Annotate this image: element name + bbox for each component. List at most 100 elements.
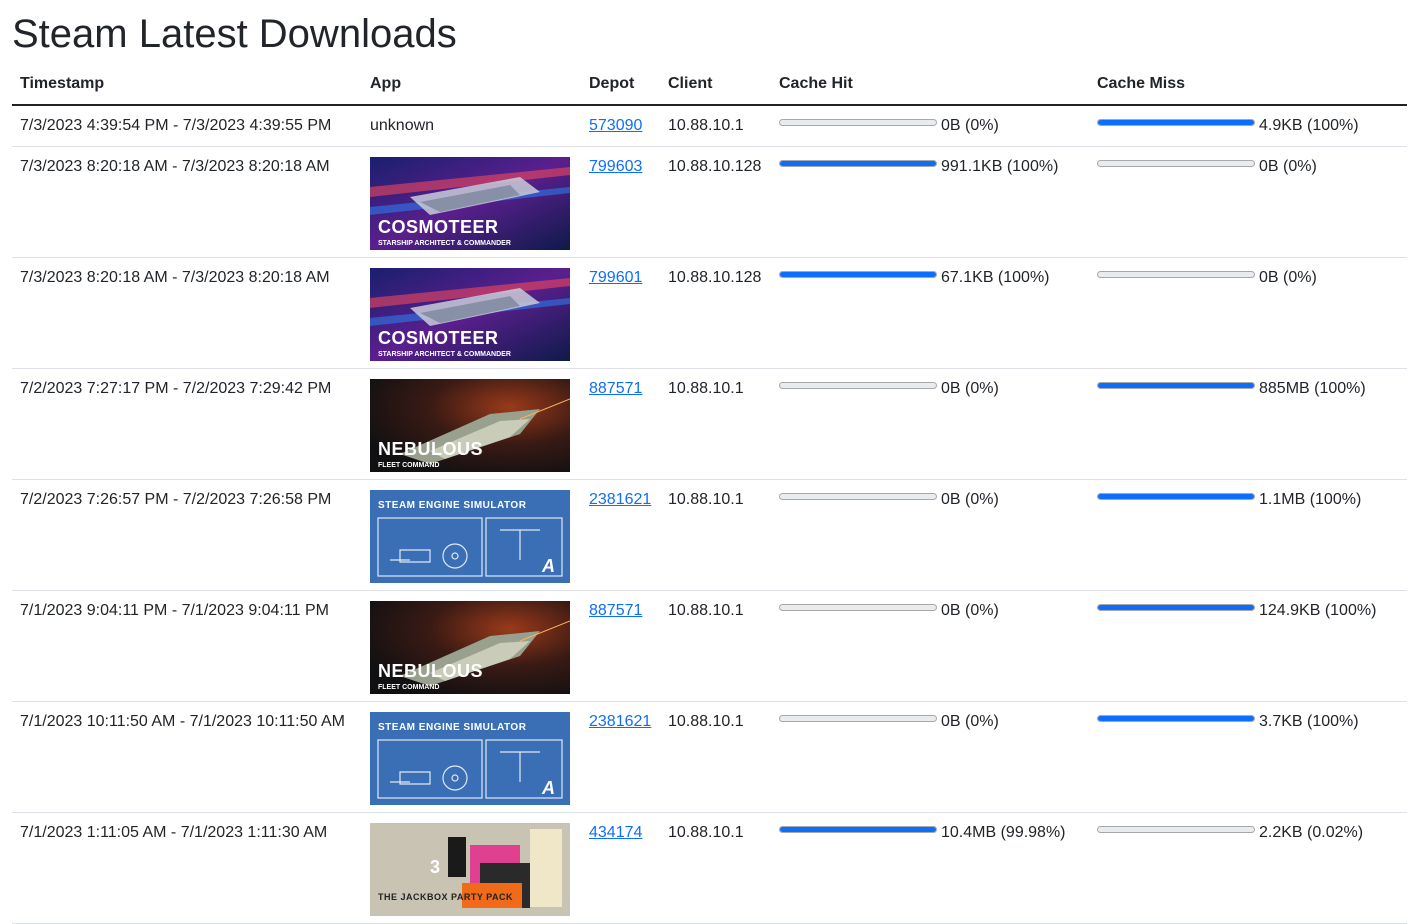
app-logo-text: STEAM ENGINE SIMULATOR bbox=[378, 723, 526, 733]
cache-hit-bar bbox=[779, 715, 937, 722]
cache-hit-cell: 0B (0%) bbox=[771, 105, 1089, 147]
depot-link[interactable]: 2381621 bbox=[589, 491, 651, 508]
depot-link[interactable]: 799601 bbox=[589, 269, 642, 286]
cache-miss-bar bbox=[1097, 604, 1255, 611]
cache-miss-cell: 0B (0%) bbox=[1089, 147, 1407, 258]
column-header-client: Client bbox=[660, 64, 771, 105]
app-logo-text: COSMOTEER bbox=[378, 329, 499, 347]
cache-miss-bar bbox=[1097, 119, 1255, 126]
cache-hit-bar-fill bbox=[780, 161, 936, 166]
client-ip: 10.88.10.1 bbox=[668, 713, 744, 730]
depot-cell: 799603 bbox=[581, 147, 660, 258]
client-cell: 10.88.10.1 bbox=[660, 369, 771, 480]
page: Steam Latest Downloads Timestamp App Dep… bbox=[0, 0, 1408, 924]
depot-link[interactable]: 2381621 bbox=[589, 713, 651, 730]
cache-hit-bar bbox=[779, 382, 937, 389]
app-cell: STEAM ENGINE SIMULATOR A bbox=[362, 480, 581, 591]
timestamp: 7/2/2023 7:27:17 PM - 7/2/2023 7:29:42 P… bbox=[20, 380, 331, 397]
client-ip: 10.88.10.1 bbox=[668, 117, 744, 134]
cache-miss-bar bbox=[1097, 271, 1255, 278]
table-row: 7/3/2023 8:20:18 AM - 7/3/2023 8:20:18 A… bbox=[12, 258, 1407, 369]
client-cell: 10.88.10.1 bbox=[660, 702, 771, 813]
cache-hit-label: 0B (0%) bbox=[941, 116, 999, 136]
cache-miss-bar bbox=[1097, 160, 1255, 167]
cache-hit-cell: 0B (0%) bbox=[771, 369, 1089, 480]
timestamp-cell: 7/2/2023 7:26:57 PM - 7/2/2023 7:26:58 P… bbox=[12, 480, 362, 591]
app-tagline-text: FLEET COMMAND bbox=[378, 684, 439, 691]
cache-miss-bar-fill bbox=[1098, 605, 1254, 610]
table-row: 7/2/2023 7:26:57 PM - 7/2/2023 7:26:58 P… bbox=[12, 480, 1407, 591]
depot-link[interactable]: 887571 bbox=[589, 380, 642, 397]
cache-hit-cell: 0B (0%) bbox=[771, 591, 1089, 702]
cache-hit-bar bbox=[779, 271, 937, 278]
app-capsule-image: STEAM ENGINE SIMULATOR A bbox=[370, 712, 570, 805]
cache-hit-label: 0B (0%) bbox=[941, 712, 999, 732]
cache-miss-cell: 124.9KB (100%) bbox=[1089, 591, 1407, 702]
cache-miss-bar bbox=[1097, 493, 1255, 500]
cache-hit-bar-fill bbox=[780, 827, 936, 832]
cache-miss-cell: 4.9KB (100%) bbox=[1089, 105, 1407, 147]
depot-link[interactable]: 799603 bbox=[589, 158, 642, 175]
column-header-timestamp: Timestamp bbox=[12, 64, 362, 105]
table-header-row: Timestamp App Depot Client Cache Hit Cac… bbox=[12, 64, 1407, 105]
cache-hit-cell: 0B (0%) bbox=[771, 702, 1089, 813]
app-logo-text: NEBULOUS bbox=[378, 440, 483, 458]
depot-cell: 434174 bbox=[581, 813, 660, 924]
cache-miss-cell: 0B (0%) bbox=[1089, 258, 1407, 369]
timestamp-cell: 7/2/2023 7:27:17 PM - 7/2/2023 7:29:42 P… bbox=[12, 369, 362, 480]
client-ip: 10.88.10.1 bbox=[668, 824, 744, 841]
app-logo-text: NEBULOUS bbox=[378, 662, 483, 680]
cache-miss-label: 4.9KB (100%) bbox=[1259, 116, 1359, 136]
cache-miss-label: 0B (0%) bbox=[1259, 157, 1317, 177]
cache-miss-bar-fill bbox=[1098, 383, 1254, 388]
timestamp: 7/1/2023 10:11:50 AM - 7/1/2023 10:11:50… bbox=[20, 713, 345, 730]
app-cell: NEBULOUS FLEET COMMAND bbox=[362, 591, 581, 702]
client-ip: 10.88.10.1 bbox=[668, 602, 744, 619]
cache-hit-bar bbox=[779, 160, 937, 167]
depot-link[interactable]: 434174 bbox=[589, 824, 642, 841]
cache-miss-bar bbox=[1097, 715, 1255, 722]
column-header-cache-hit: Cache Hit bbox=[771, 64, 1089, 105]
cache-miss-cell: 3.7KB (100%) bbox=[1089, 702, 1407, 813]
cache-miss-label: 124.9KB (100%) bbox=[1259, 601, 1376, 621]
timestamp: 7/3/2023 4:39:54 PM - 7/3/2023 4:39:55 P… bbox=[20, 117, 331, 134]
cache-hit-label: 991.1KB (100%) bbox=[941, 157, 1058, 177]
app-tagline-text: FLEET COMMAND bbox=[378, 462, 439, 469]
cache-hit-bar bbox=[779, 604, 937, 611]
app-name: unknown bbox=[370, 117, 434, 134]
depot-link[interactable]: 573090 bbox=[589, 117, 642, 134]
cache-miss-bar-fill bbox=[1098, 494, 1254, 499]
app-cell: COSMOTEER STARSHIP ARCHITECT & COMMANDER bbox=[362, 258, 581, 369]
depot-link[interactable]: 887571 bbox=[589, 602, 642, 619]
client-cell: 10.88.10.1 bbox=[660, 591, 771, 702]
cache-hit-label: 0B (0%) bbox=[941, 490, 999, 510]
client-ip: 10.88.10.128 bbox=[668, 158, 761, 175]
client-cell: 10.88.10.128 bbox=[660, 258, 771, 369]
app-tagline-text: STARSHIP ARCHITECT & COMMANDER bbox=[378, 351, 511, 358]
app-capsule-image: COSMOTEER STARSHIP ARCHITECT & COMMANDER bbox=[370, 157, 570, 250]
cache-hit-bar bbox=[779, 493, 937, 500]
cache-miss-label: 0B (0%) bbox=[1259, 268, 1317, 288]
cache-miss-bar bbox=[1097, 826, 1255, 833]
cache-hit-label: 10.4MB (99.98%) bbox=[941, 823, 1066, 843]
app-capsule-image: COSMOTEER STARSHIP ARCHITECT & COMMANDER bbox=[370, 268, 570, 361]
table-row: 7/1/2023 10:11:50 AM - 7/1/2023 10:11:50… bbox=[12, 702, 1407, 813]
column-header-depot: Depot bbox=[581, 64, 660, 105]
app-tagline-text: 3 bbox=[430, 858, 440, 876]
timestamp-cell: 7/3/2023 8:20:18 AM - 7/3/2023 8:20:18 A… bbox=[12, 147, 362, 258]
table-row: 7/1/2023 9:04:11 PM - 7/1/2023 9:04:11 P… bbox=[12, 591, 1407, 702]
app-tagline-text: STARSHIP ARCHITECT & COMMANDER bbox=[378, 240, 511, 247]
client-ip: 10.88.10.128 bbox=[668, 269, 761, 286]
cache-miss-label: 1.1MB (100%) bbox=[1259, 490, 1361, 510]
jackbox-capsule-art bbox=[370, 823, 570, 916]
app-capsule-image: STEAM ENGINE SIMULATOR A bbox=[370, 490, 570, 583]
cache-miss-bar bbox=[1097, 382, 1255, 389]
timestamp-cell: 7/3/2023 4:39:54 PM - 7/3/2023 4:39:55 P… bbox=[12, 105, 362, 147]
cache-hit-bar bbox=[779, 119, 937, 126]
cache-miss-cell: 1.1MB (100%) bbox=[1089, 480, 1407, 591]
depot-cell: 887571 bbox=[581, 591, 660, 702]
cache-miss-bar-fill bbox=[1098, 120, 1254, 125]
app-cell: unknown bbox=[362, 105, 581, 147]
app-logo-text: THE JACKBOX PARTY PACK bbox=[378, 893, 513, 902]
cache-hit-bar-fill bbox=[780, 272, 936, 277]
